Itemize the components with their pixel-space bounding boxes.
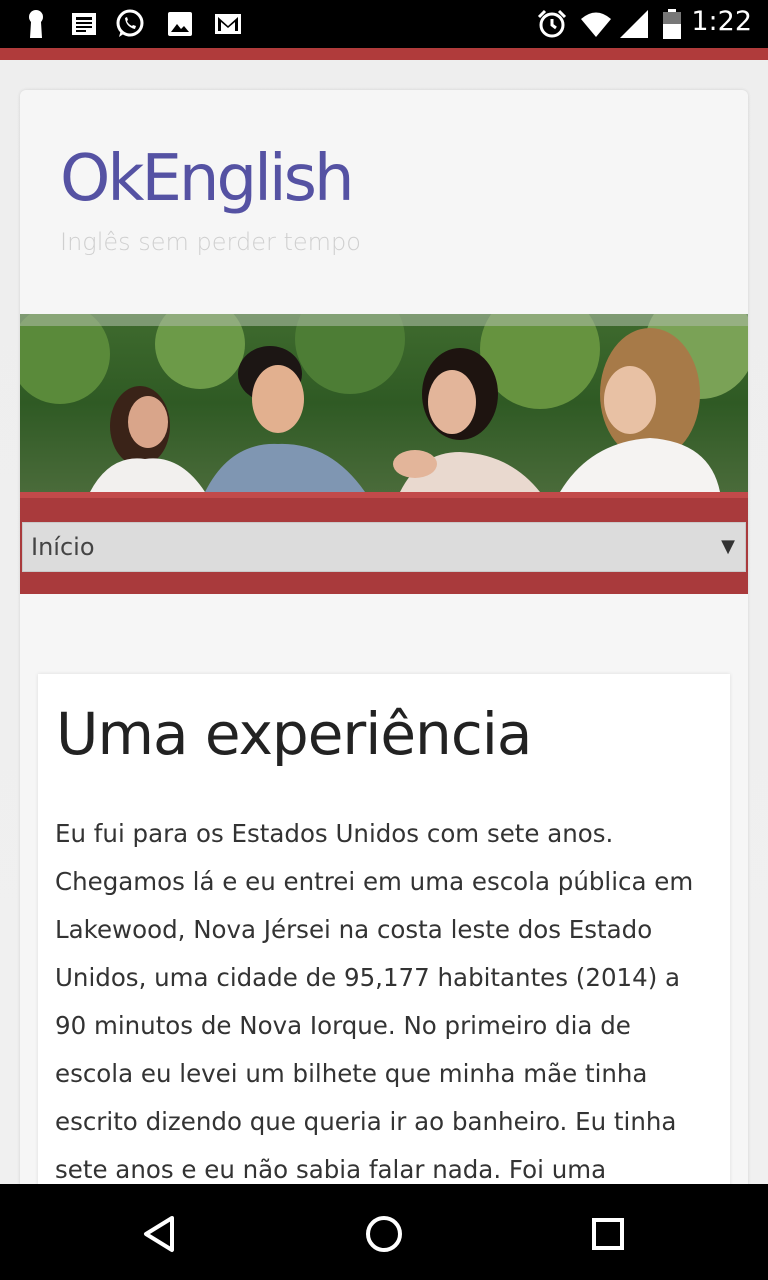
whatsapp-icon: [116, 9, 144, 37]
status-bar: 1:22: [0, 0, 768, 48]
back-icon[interactable]: [138, 1212, 182, 1256]
home-icon[interactable]: [362, 1212, 406, 1256]
alarm-icon: [537, 9, 567, 38]
keyhole-icon: [29, 10, 43, 38]
top-accent-strip: [0, 48, 768, 60]
article-title[interactable]: Uma experiência: [56, 700, 532, 768]
image-icon: [168, 12, 192, 36]
recents-icon[interactable]: [586, 1212, 630, 1256]
navigation-bar: Início ▼: [20, 492, 748, 594]
site-card: OkEnglish Inglês sem perder tempo Início…: [20, 90, 748, 1190]
news-icon: [72, 13, 96, 35]
wifi-icon: [581, 12, 611, 37]
article-card: Uma experiência Eu fui para os Estados U…: [38, 674, 730, 1190]
article-body: Eu fui para os Estados Unidos com sete a…: [55, 819, 694, 1184]
dropdown-arrow-icon[interactable]: ▼: [721, 536, 735, 557]
header-banner-image: [20, 314, 748, 492]
site-title[interactable]: OkEnglish: [60, 142, 355, 216]
clock-time: 1:22: [691, 6, 752, 37]
navigation-select-value: Início: [31, 533, 95, 561]
site-tagline: Inglês sem perder tempo: [60, 228, 361, 256]
battery-icon: [663, 9, 681, 39]
navigation-select[interactable]: Início ▼: [22, 522, 746, 572]
signal-icon: [620, 10, 648, 38]
gmail-icon: [215, 14, 241, 34]
system-navigation-bar: [0, 1184, 768, 1280]
